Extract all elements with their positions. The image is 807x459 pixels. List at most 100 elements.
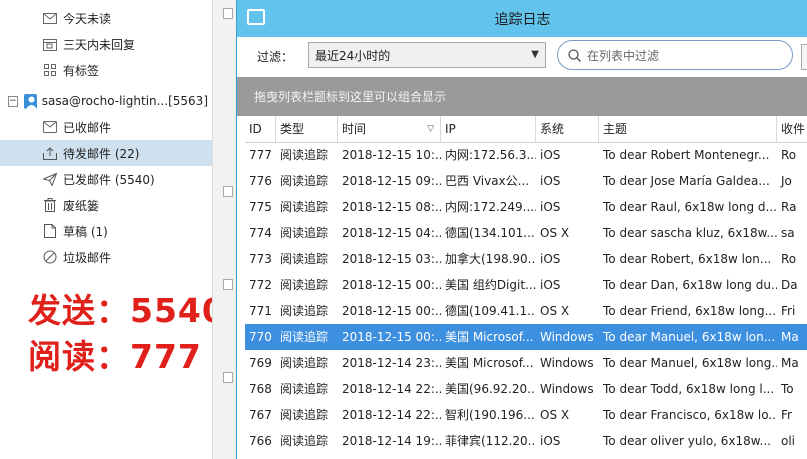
sidebar-item-unreplied-3days[interactable]: 三天内未回复 xyxy=(0,31,212,57)
cell-ip: 内网:172.56.3... xyxy=(445,148,536,162)
cell-os: iOS xyxy=(540,252,561,266)
cell-id: 776 xyxy=(249,174,272,188)
table-row[interactable]: 773 阅读追踪 2018-12-15 03:... 加拿大(198.90.... iO… xyxy=(245,246,807,272)
cell-id: 774 xyxy=(249,226,272,240)
message-flag-icon xyxy=(223,8,233,19)
sidebar-item-outbox[interactable]: 待发邮件 (22) xyxy=(0,140,212,166)
cell-subject: To dear Friend, 6x18w long... xyxy=(603,304,777,318)
sidebar-item-drafts[interactable]: 草稿 (1) xyxy=(0,218,212,244)
dialog-titlebar[interactable]: 追踪日志 xyxy=(237,0,807,37)
cell-recipient: Ma xyxy=(781,356,799,370)
table-row[interactable]: 776 阅读追踪 2018-12-15 09:... 巴西 Vivax公... iOS T… xyxy=(245,168,807,194)
cell-type: 阅读追踪 xyxy=(280,226,329,240)
cell-subject: To dear Manuel, 6x18w long... xyxy=(603,356,777,370)
cell-time: 2018-12-14 19:... xyxy=(342,434,441,448)
time-range-value: 最近24小时的 xyxy=(315,48,391,63)
cell-ip: 美国 组约Digit... xyxy=(445,278,536,292)
cell-time: 2018-12-15 00:... xyxy=(342,278,441,292)
table-row[interactable]: 777 阅读追踪 2018-12-15 10:... 内网:172.56.3... iO… xyxy=(245,142,807,168)
tag-grid-icon xyxy=(42,62,58,78)
cell-os: iOS xyxy=(540,278,561,292)
tracking-log-dialog: 追踪日志 过滤： 最近24小时的 ▼ 在列表中过滤 拖曳列表栏题标到这里可以组合… xyxy=(236,0,807,459)
cell-recipient: Ro xyxy=(781,148,797,162)
table-row[interactable]: 768 阅读追踪 2018-12-14 22:... 美国(96.92.20... Wi… xyxy=(245,376,807,402)
cell-id: 775 xyxy=(249,200,272,214)
cell-type: 阅读追踪 xyxy=(280,356,329,370)
search-placeholder: 在列表中过滤 xyxy=(587,48,660,63)
column-header-subject[interactable]: 主题 xyxy=(599,116,777,142)
inbox-icon xyxy=(42,119,58,135)
cell-ip: 内网:172.249.... xyxy=(445,200,536,214)
message-flag-icon xyxy=(223,279,233,290)
cell-id: 768 xyxy=(249,382,272,396)
cell-os: Windows xyxy=(540,330,594,344)
cell-time: 2018-12-15 04:... xyxy=(342,226,441,240)
grid-header-row: ID 类型 时间 ▽ IP 系统 主题 收件 xyxy=(245,116,807,143)
cell-type: 阅读追踪 xyxy=(280,304,329,318)
column-header-time[interactable]: 时间 ▽ xyxy=(338,116,441,142)
table-row[interactable]: 770 阅读追踪 2018-12-15 00:... 美国 Microsof... Wi… xyxy=(245,324,807,350)
cell-ip: 美国(96.92.20... xyxy=(445,382,536,396)
sidebar-item-label: 今天未读 xyxy=(63,11,112,26)
filter-bar: 过滤： 最近24小时的 ▼ 在列表中过滤 xyxy=(237,37,807,77)
group-by-drop-area[interactable]: 拖曳列表栏题标到这里可以组合显示 xyxy=(237,77,807,116)
group-by-hint: 拖曳列表栏题标到这里可以组合显示 xyxy=(254,90,447,104)
cell-subject: To dear oliver yulo, 6x18w... xyxy=(603,434,771,448)
cell-os: Windows xyxy=(540,356,594,370)
cell-time: 2018-12-14 22:... xyxy=(342,408,441,422)
sidebar-item-spam[interactable]: 垃圾邮件 xyxy=(0,244,212,270)
sidebar-item-sent[interactable]: 已发邮件 (5540) xyxy=(0,166,212,192)
overlay-read-count: 阅读：777 xyxy=(28,337,202,376)
cell-id: 769 xyxy=(249,356,272,370)
cell-os: OS X xyxy=(540,408,570,422)
table-row[interactable]: 771 阅读追踪 2018-12-15 00:... 德国(109.41.1... OS… xyxy=(245,298,807,324)
cell-ip: 美国 Microsof... xyxy=(445,356,534,370)
column-header-recipient[interactable]: 收件 xyxy=(777,116,807,142)
cell-time: 2018-12-15 10:... xyxy=(342,148,441,162)
column-header-id[interactable]: ID xyxy=(245,116,276,142)
column-header-os[interactable]: 系统 xyxy=(536,116,599,142)
cell-os: OS X xyxy=(540,226,570,240)
table-row[interactable]: 766 阅读追踪 2018-12-14 19:... 菲律宾(112.20... iOS… xyxy=(245,428,807,454)
trash-icon xyxy=(42,197,58,213)
cell-recipient: Fri xyxy=(781,304,796,318)
sidebar-item-label: 草稿 (1) xyxy=(63,224,108,239)
cell-os: iOS xyxy=(540,148,561,162)
draft-icon xyxy=(42,223,58,239)
cell-type: 阅读追踪 xyxy=(280,252,329,266)
table-row[interactable]: 767 阅读追踪 2018-12-14 22:... 智利(190.196.... OS… xyxy=(245,402,807,428)
sidebar-item-trash[interactable]: 废纸篓 xyxy=(0,192,212,218)
sidebar-item-inbox[interactable]: 已收邮件 xyxy=(0,114,212,140)
sidebar-account-sasa[interactable]: − sasa@rocho-lightin... [5563] xyxy=(0,88,212,114)
cell-type: 阅读追踪 xyxy=(280,200,329,214)
sidebar-account-label: sasa@rocho-lightin... xyxy=(41,94,169,108)
table-row[interactable]: 772 阅读追踪 2018-12-15 00:... 美国 组约Digit... iOS… xyxy=(245,272,807,298)
message-list-edge xyxy=(212,0,237,459)
table-row[interactable]: 774 阅读追踪 2018-12-15 04:... 德国(134.101.... OS… xyxy=(245,220,807,246)
envelope-icon xyxy=(42,10,58,26)
sidebar-item-tagged[interactable]: 有标签 xyxy=(0,57,212,83)
cell-os: Windows xyxy=(540,382,594,396)
extra-button[interactable] xyxy=(801,44,807,70)
cell-subject: To dear Todd, 6x18w long l... xyxy=(603,382,775,396)
sent-icon xyxy=(42,171,58,187)
cell-time: 2018-12-15 00:... xyxy=(342,304,441,318)
cell-type: 阅读追踪 xyxy=(280,148,329,162)
table-row[interactable]: 775 阅读追踪 2018-12-15 08:... 内网:172.249.... iO… xyxy=(245,194,807,220)
cell-recipient: Jo xyxy=(781,174,792,188)
collapse-toggle-icon[interactable]: − xyxy=(8,95,18,107)
cell-id: 773 xyxy=(249,252,272,266)
column-header-time-label: 时间 xyxy=(342,122,367,136)
cell-type: 阅读追踪 xyxy=(280,330,329,344)
cell-ip: 菲律宾(112.20... xyxy=(445,434,536,448)
column-header-type[interactable]: 类型 xyxy=(276,116,338,142)
cell-id: 770 xyxy=(249,330,272,344)
time-range-select[interactable]: 最近24小时的 ▼ xyxy=(308,42,546,68)
column-header-ip[interactable]: IP xyxy=(441,116,536,142)
table-row[interactable]: 769 阅读追踪 2018-12-14 23:... 美国 Microsof... Wi… xyxy=(245,350,807,376)
list-search-input[interactable]: 在列表中过滤 xyxy=(557,40,793,70)
sidebar-item-unread-today[interactable]: 今天未读 xyxy=(0,5,212,31)
cell-ip: 巴西 Vivax公... xyxy=(445,174,530,188)
cell-time: 2018-12-15 00:... xyxy=(342,330,441,344)
cell-ip: 德国(134.101.... xyxy=(445,226,536,240)
